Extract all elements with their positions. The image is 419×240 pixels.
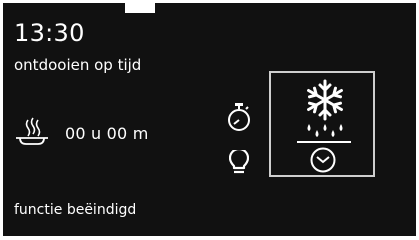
duration-value: 00 u 00 m xyxy=(65,124,149,143)
status-text: functie beëindigd xyxy=(14,202,137,218)
oven-display: 13:30 ontdooien op tijd 00 u 00 m functi… xyxy=(3,3,416,236)
top-tab xyxy=(125,3,155,13)
defrost-icon xyxy=(307,79,343,137)
clock-time: 13:30 xyxy=(14,19,85,47)
panel-divider xyxy=(297,141,351,143)
lamp-icon[interactable] xyxy=(229,150,249,176)
pan-icon xyxy=(16,117,48,145)
defrost-function-panel[interactable] xyxy=(269,71,375,177)
timer-icon[interactable] xyxy=(226,101,252,133)
program-title: ontdooien op tijd xyxy=(14,56,142,74)
clock-icon xyxy=(310,147,336,173)
